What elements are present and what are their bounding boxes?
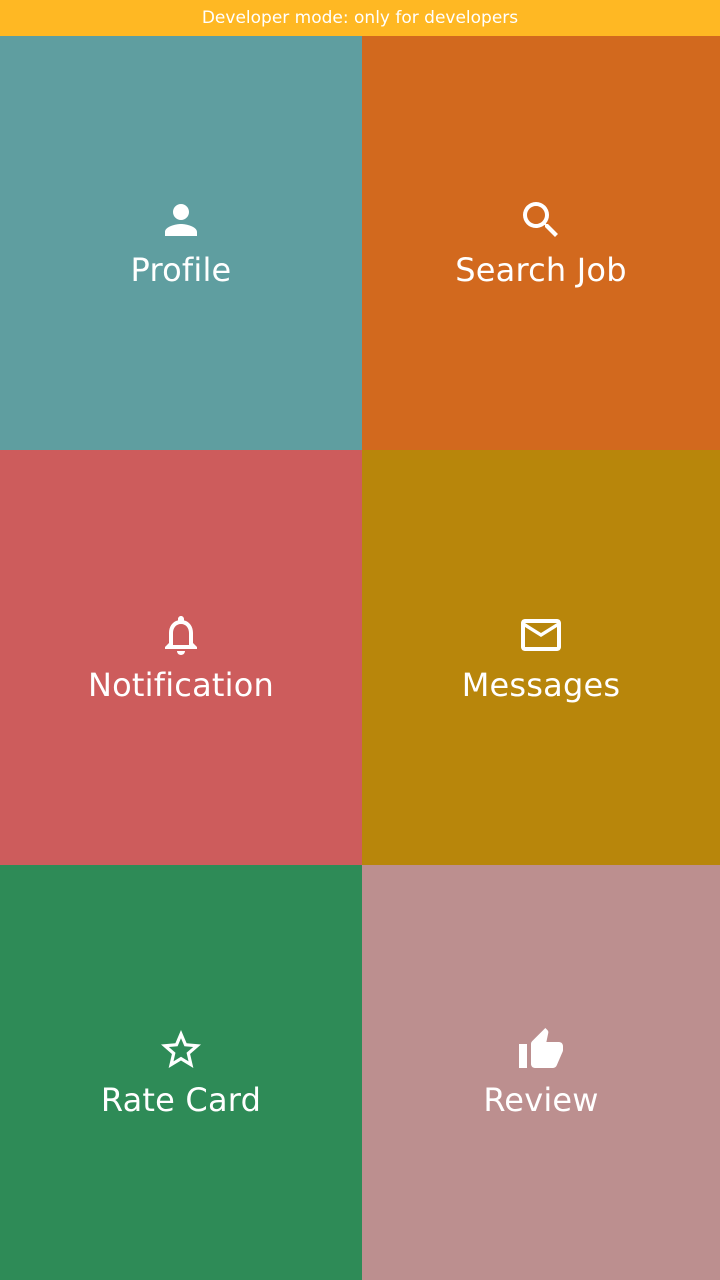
person-icon	[157, 196, 205, 244]
mail-icon	[517, 611, 565, 659]
bell-icon	[157, 611, 205, 659]
tile-rate-card-label: Rate Card	[100, 1080, 262, 1119]
star-outline-icon	[157, 1026, 205, 1074]
tile-rate-card[interactable]: Rate Card	[0, 865, 362, 1280]
developer-mode-banner: Developer mode: only for developers	[0, 0, 720, 36]
thumb-up-icon	[517, 1026, 565, 1074]
tile-notification[interactable]: Notification	[0, 450, 362, 865]
tile-profile[interactable]: Profile	[0, 36, 362, 450]
home-screen: Developer mode: only for developers Prof…	[0, 0, 720, 1280]
search-icon	[517, 196, 565, 244]
tile-messages-label: Messages	[461, 665, 621, 704]
developer-mode-text: Developer mode: only for developers	[201, 8, 519, 28]
tile-review-label: Review	[483, 1080, 599, 1119]
tile-messages[interactable]: Messages	[362, 450, 720, 865]
tile-search-job-label: Search Job	[455, 251, 627, 289]
tile-notification-label: Notification	[87, 665, 274, 704]
tile-review[interactable]: Review	[362, 865, 720, 1280]
tile-profile-label: Profile	[130, 251, 232, 289]
menu-grid: Profile Search Job Notification Messages	[0, 36, 720, 1280]
tile-search-job[interactable]: Search Job	[362, 36, 720, 450]
